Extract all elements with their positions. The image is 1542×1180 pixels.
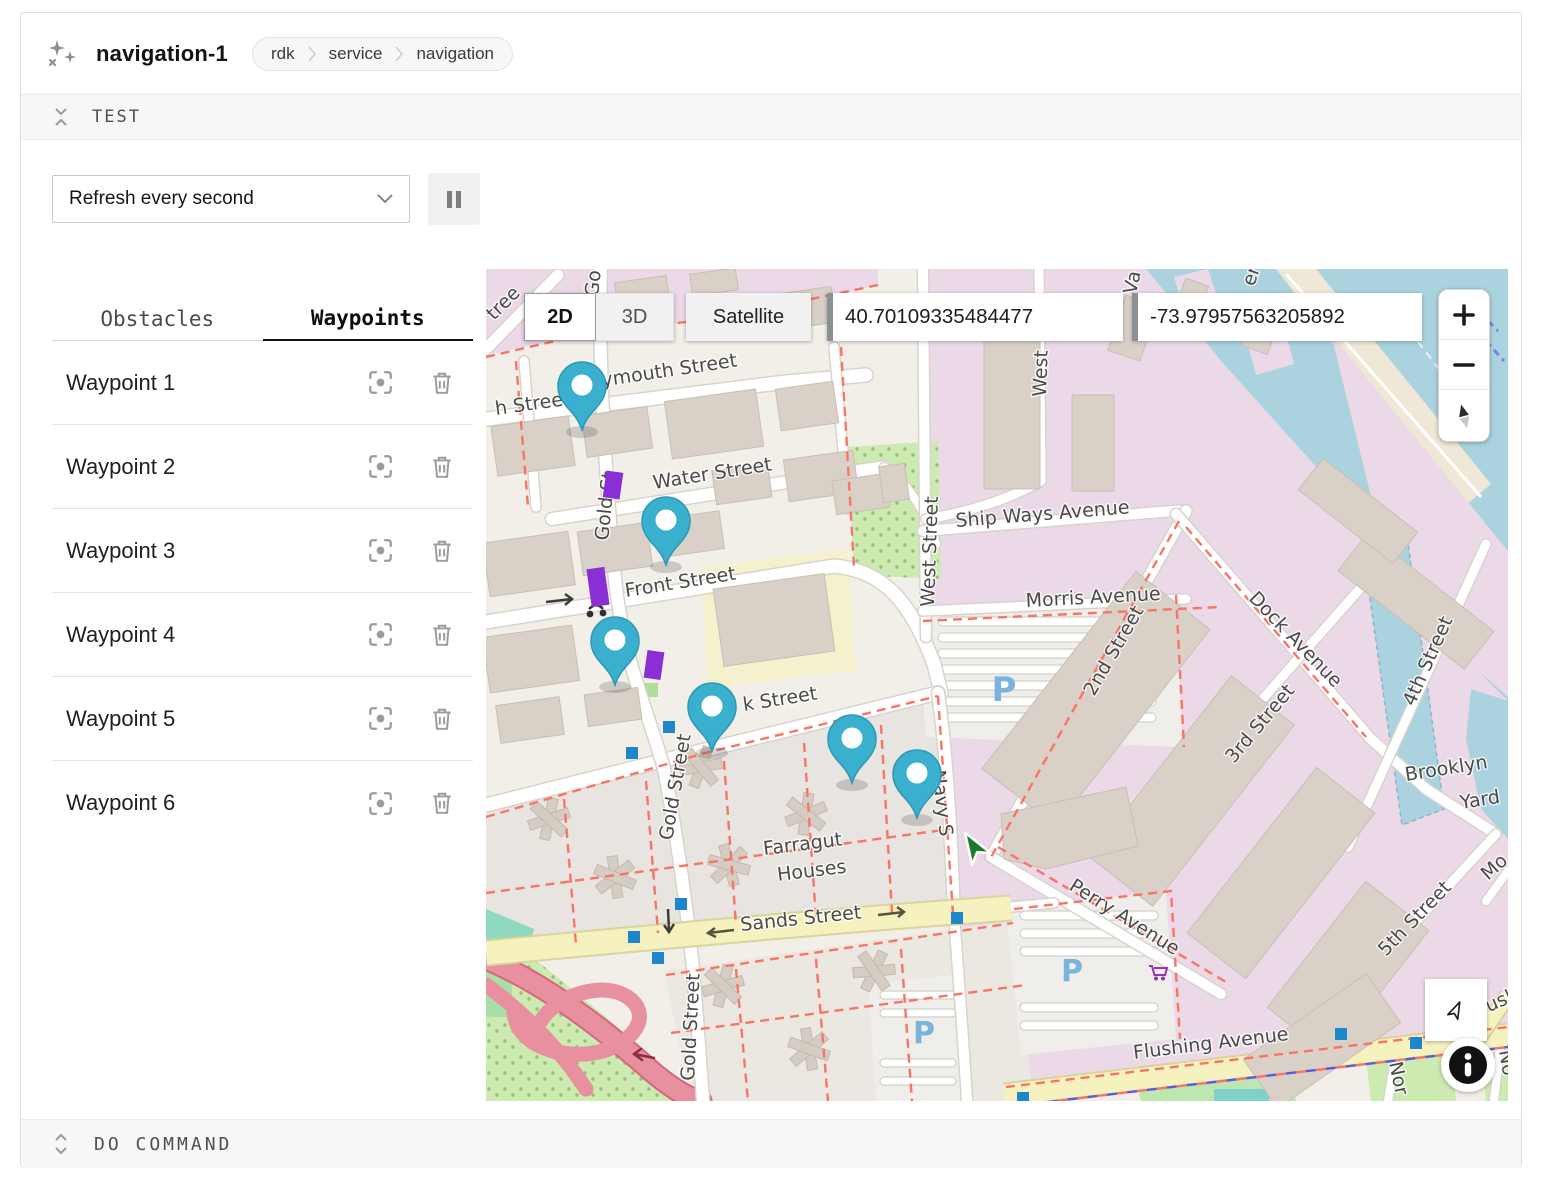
trash-icon — [431, 455, 453, 479]
collapse-icon — [52, 107, 70, 127]
trash-icon — [431, 539, 453, 563]
map-2d-button[interactable]: 2D — [524, 293, 596, 341]
refresh-rate-value: Refresh every second — [69, 188, 254, 210]
sparkles-icon — [46, 39, 78, 69]
delete-waypoint-button[interactable] — [431, 791, 453, 815]
waypoint-row: Waypoint 3 — [52, 509, 473, 593]
delete-waypoint-button[interactable] — [431, 455, 453, 479]
refresh-controls: Refresh every second — [52, 173, 480, 225]
zoom-in-button[interactable] — [1439, 290, 1489, 340]
tab-waypoints[interactable]: Waypoints — [263, 297, 474, 341]
expand-icon — [52, 1133, 70, 1155]
tab-obstacles[interactable]: Obstacles — [52, 297, 263, 340]
breadcrumb-item-service[interactable]: service — [329, 44, 383, 64]
info-icon — [1448, 1045, 1488, 1085]
focus-waypoint-button[interactable] — [368, 538, 393, 563]
refresh-rate-select[interactable]: Refresh every second — [52, 175, 410, 223]
pause-icon — [445, 190, 463, 209]
waypoint-row: Waypoint 6 — [52, 761, 473, 845]
breadcrumb: rdk service navigation — [252, 37, 513, 71]
locate-button[interactable] — [1425, 979, 1487, 1041]
trash-icon — [431, 707, 453, 731]
chevron-right-icon — [395, 46, 403, 62]
compass-button[interactable] — [1439, 390, 1489, 441]
map-3d-button[interactable]: 3D — [596, 293, 674, 341]
focus-icon — [368, 454, 393, 479]
card-header: navigation-1 rdk service navigation — [21, 13, 1521, 94]
page-title: navigation-1 — [96, 41, 228, 67]
navigation-card: navigation-1 rdk service navigation TEST… — [20, 12, 1522, 1168]
chevron-right-icon — [308, 46, 316, 62]
test-section-header[interactable]: TEST — [21, 94, 1521, 140]
panel-tabs: Obstacles Waypoints — [52, 297, 473, 341]
zoom-in-icon — [1451, 302, 1477, 328]
waypoints-panel: Obstacles Waypoints Waypoint 1 Waypoint … — [52, 297, 473, 845]
focus-icon — [368, 538, 393, 563]
locate-arrow-icon — [1439, 993, 1473, 1027]
waypoint-name: Waypoint 4 — [52, 622, 368, 648]
map-attribution-button[interactable] — [1441, 1038, 1495, 1092]
map-dimension-toggle: 2D 3D — [524, 293, 674, 341]
test-section-label: TEST — [92, 107, 141, 127]
zoom-out-button[interactable] — [1439, 340, 1489, 390]
trash-icon — [431, 623, 453, 647]
parking-icon: P — [913, 1016, 935, 1051]
street-label: West — [1029, 350, 1053, 397]
waypoint-name: Waypoint 5 — [52, 706, 368, 732]
focus-waypoint-button[interactable] — [368, 791, 393, 816]
parking-icon: P — [1061, 954, 1083, 989]
waypoint-name: Waypoint 1 — [52, 370, 368, 396]
focus-waypoint-button[interactable] — [368, 706, 393, 731]
waypoint-row: Waypoint 5 — [52, 677, 473, 761]
waypoint-name: Waypoint 3 — [52, 538, 368, 564]
latitude-input[interactable] — [827, 293, 1123, 341]
map-canvas[interactable]: P P P — [486, 269, 1508, 1101]
delete-waypoint-button[interactable] — [431, 707, 453, 731]
zoom-out-icon — [1451, 352, 1477, 378]
focus-waypoint-button[interactable] — [368, 622, 393, 647]
breadcrumb-item-rdk[interactable]: rdk — [271, 44, 295, 64]
trash-icon — [431, 371, 453, 395]
waypoint-row: Waypoint 2 — [52, 425, 473, 509]
map-container: P P P — [486, 269, 1508, 1101]
breadcrumb-item-navigation[interactable]: navigation — [416, 44, 494, 64]
do-command-section-header[interactable]: DO COMMAND — [21, 1119, 1521, 1168]
parking-icon: P — [992, 670, 1017, 710]
focus-icon — [368, 370, 393, 395]
delete-waypoint-button[interactable] — [431, 623, 453, 647]
chevron-down-icon — [377, 194, 393, 204]
longitude-input[interactable] — [1132, 293, 1422, 341]
focus-waypoint-button[interactable] — [368, 454, 393, 479]
map-zoom-control — [1438, 289, 1490, 442]
do-command-label: DO COMMAND — [94, 1134, 232, 1155]
satellite-toggle-button[interactable]: Satellite — [686, 293, 811, 341]
trash-icon — [431, 791, 453, 815]
compass-icon — [1449, 400, 1479, 432]
focus-icon — [368, 706, 393, 731]
focus-waypoint-button[interactable] — [368, 370, 393, 395]
waypoint-row: Waypoint 1 — [52, 341, 473, 425]
delete-waypoint-button[interactable] — [431, 539, 453, 563]
waypoint-list: Waypoint 1 Waypoint 2 Waypoint 3 Waypoin… — [52, 341, 473, 845]
focus-icon — [368, 791, 393, 816]
delete-waypoint-button[interactable] — [431, 371, 453, 395]
pause-button[interactable] — [428, 173, 480, 225]
waypoint-name: Waypoint 2 — [52, 454, 368, 480]
waypoint-name: Waypoint 6 — [52, 790, 368, 816]
focus-icon — [368, 622, 393, 647]
waypoint-row: Waypoint 4 — [52, 593, 473, 677]
street-label: West Street — [917, 496, 943, 607]
